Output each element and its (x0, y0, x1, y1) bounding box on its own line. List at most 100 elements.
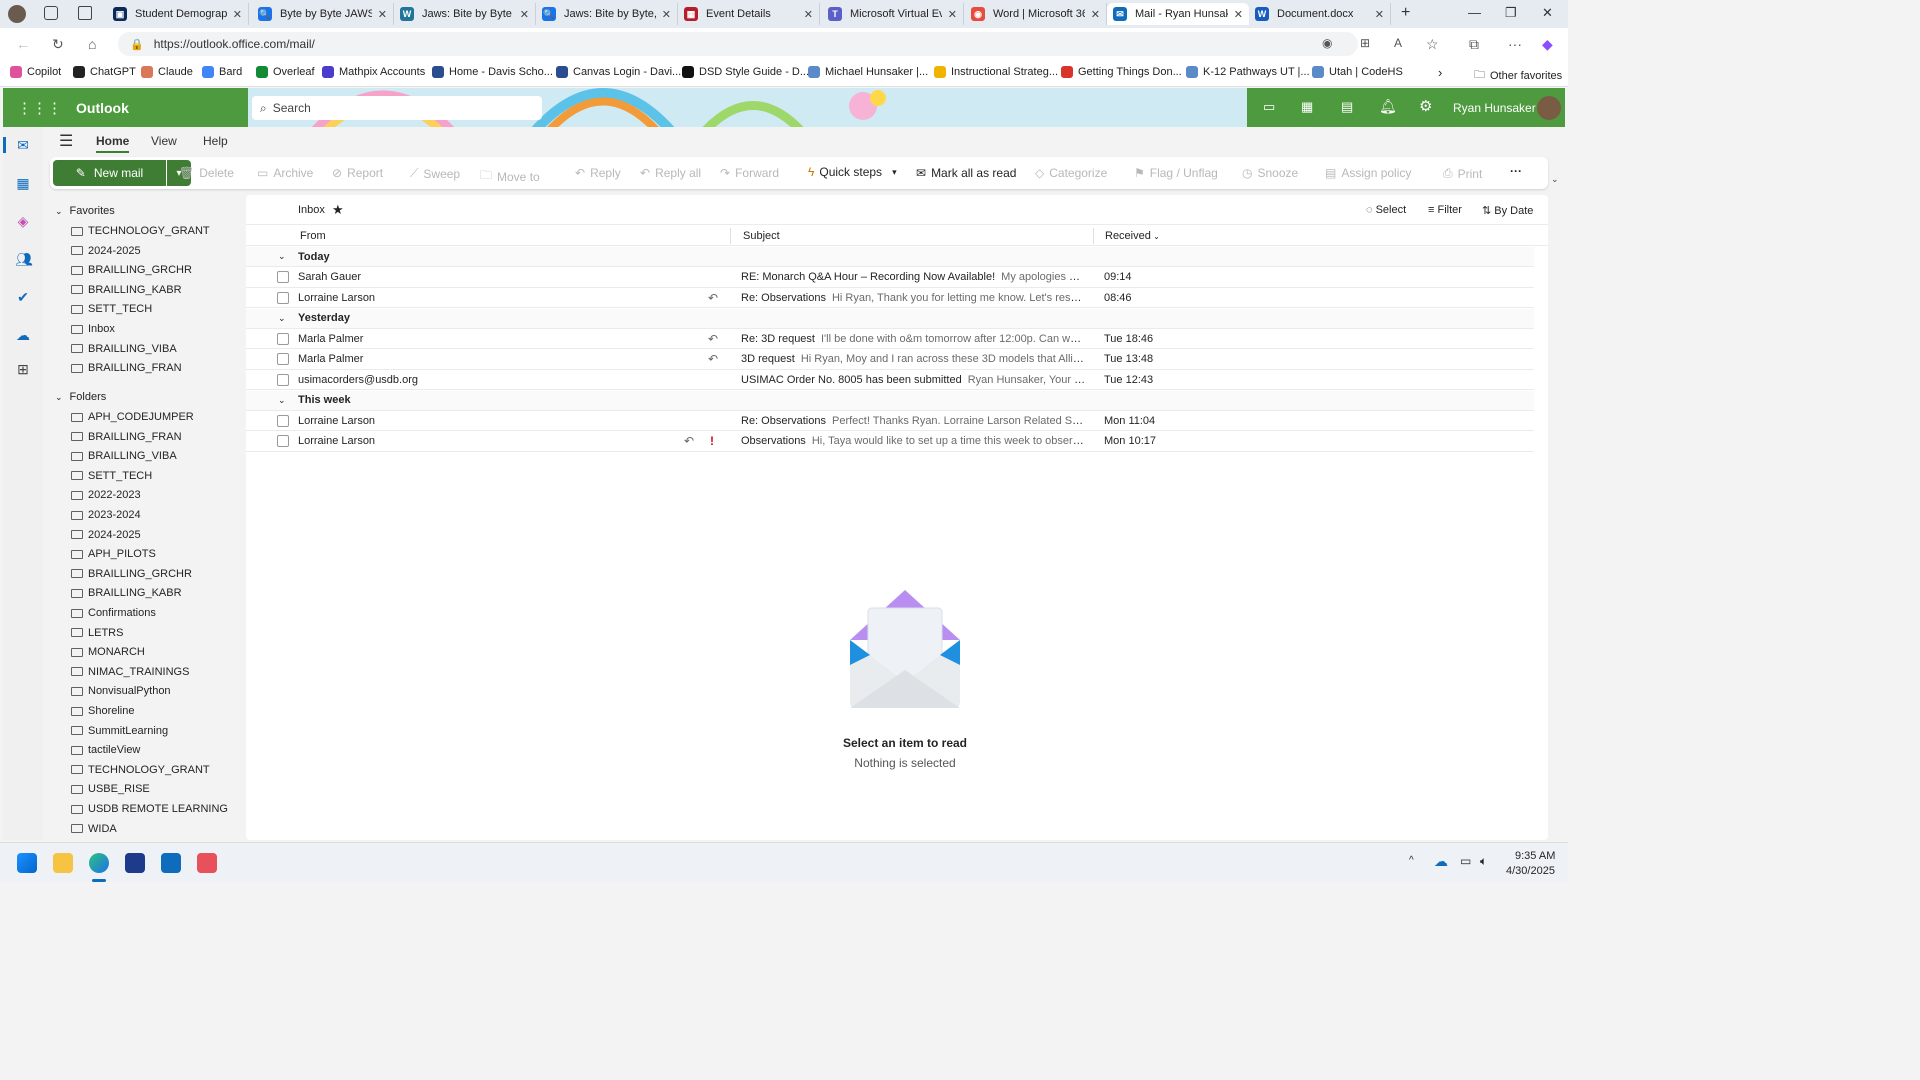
message-row[interactable]: Lorraine Larson ↶! Observations Hi, Taya wo… (246, 432, 1534, 452)
bookmark-item[interactable]: DSD Style Guide - D... (682, 66, 809, 78)
onedrive-icon[interactable]: ☁ (15, 327, 31, 343)
quick-steps-button[interactable]: ϟ Quick steps ▾ (808, 165, 897, 179)
close-window-button[interactable]: ✕ (1542, 5, 1553, 21)
folder-item[interactable]: TECHNOLOGY_GRANT (71, 764, 210, 776)
profile-avatar[interactable] (8, 5, 26, 23)
folder-item[interactable]: APH_CODEJUMPER (71, 411, 194, 423)
hamburger-menu-icon[interactable]: ☰ (59, 131, 73, 151)
categorize-button[interactable]: ◇ Categorize (1035, 166, 1107, 180)
bookmark-item[interactable]: K-12 Pathways UT |... (1186, 66, 1310, 78)
filter-button[interactable]: ≡ Filter (1428, 204, 1462, 216)
back-icon[interactable]: ← (16, 36, 30, 52)
folder-item[interactable]: USBE_RISE (71, 783, 150, 795)
report-button[interactable]: ⊘ Report (332, 166, 383, 180)
start-windows-icon[interactable] (17, 853, 37, 873)
mark-all-read-button[interactable]: ✉ Mark all as read (916, 166, 1016, 180)
folder-item[interactable]: 2022-2023 (71, 489, 141, 501)
url-field[interactable]: 🔒 https://outlook.office.com/mail/ (118, 32, 1358, 56)
message-row[interactable]: Marla Palmer ↶ 3D request Hi Ryan, Moy and … (246, 350, 1534, 370)
tab-home[interactable]: Home (96, 134, 129, 148)
browser-tab[interactable]: 🔍 Jaws: Bite by Byte, Re ✕ (536, 3, 678, 25)
browser-tab[interactable]: W Document.docx ✕ (1249, 3, 1391, 25)
folder-item[interactable]: SummitLearning (71, 725, 168, 737)
search-input[interactable]: ⌕ Search (252, 96, 542, 120)
bookmark-item[interactable]: Instructional Strateg... (934, 66, 1058, 78)
row-checkbox[interactable] (277, 291, 289, 304)
col-from[interactable]: From (300, 230, 326, 242)
outlook-app-icon[interactable] (161, 853, 181, 873)
volume-icon[interactable]: 🔈︎ (1480, 854, 1487, 869)
other-favorites[interactable]: 🗀 Other favorites (1474, 66, 1562, 85)
tab-close-icon[interactable]: ✕ (1234, 8, 1243, 21)
browser-tab[interactable]: T Microsoft Virtual Even ✕ (822, 3, 964, 25)
folder-item[interactable]: APH_PILOTS (71, 548, 156, 560)
new-tab-button[interactable]: + (1401, 4, 1410, 22)
notification-bell-icon[interactable]: 🔔︎ (1379, 98, 1397, 115)
reply-button[interactable]: ↶ Reply (575, 166, 621, 180)
assign-policy-button[interactable]: ▤ Assign policy (1325, 166, 1411, 180)
more-options-button[interactable]: ··· (1510, 164, 1522, 178)
minimize-button[interactable]: — (1468, 5, 1481, 20)
print-button[interactable]: ⎙ Print (1443, 166, 1482, 181)
bookmarks-overflow-icon[interactable]: › (1438, 65, 1442, 80)
app-available-icon[interactable]: ⊞ (1360, 36, 1370, 50)
app-launcher-icon[interactable]: ⋮⋮⋮ (17, 99, 62, 117)
browser-tab[interactable]: ▦ Event Details ✕ (678, 3, 820, 25)
folder-item[interactable]: Confirmations (71, 607, 156, 619)
tab-actions-icon[interactable] (78, 6, 92, 20)
copilot-app-icon[interactable]: ◈ (15, 213, 31, 229)
bookmark-item[interactable]: Home - Davis Scho... (432, 66, 553, 78)
group-header[interactable]: ⌄ Today (246, 247, 1534, 267)
folder-item[interactable]: MONARCH (71, 646, 145, 658)
clock-date[interactable]: 4/30/2025 (1506, 865, 1555, 877)
user-avatar[interactable] (1537, 96, 1561, 120)
forward-button[interactable]: ↷ Forward (720, 166, 779, 180)
favorite-star-icon[interactable]: ☆ (1426, 36, 1439, 53)
favorite-folder-item[interactable]: SETT_TECH (71, 303, 152, 315)
todo-icon[interactable]: ✔ (15, 289, 31, 305)
ribbon-collapse-icon[interactable]: ⌄ (1551, 174, 1559, 185)
folder-item[interactable]: SETT_TECH (71, 470, 152, 482)
browser-tab[interactable]: ✉ Mail - Ryan Hunsaker ✕ (1107, 3, 1249, 25)
folder-item[interactable]: USDB REMOTE LEARNING (71, 803, 228, 815)
sweep-button[interactable]: ⟋ Sweep (410, 166, 460, 181)
mail-icon[interactable]: ✉ (15, 137, 31, 153)
message-row[interactable]: Lorraine Larson ↶ Re: Observations Hi Ryan,… (246, 288, 1534, 308)
move-to-button[interactable]: 🗀 Move to (480, 166, 540, 187)
flag-button[interactable]: ⚑ Flag / Unflag (1134, 166, 1218, 180)
extensions-icon[interactable]: ⧉ (1469, 36, 1479, 53)
snooze-button[interactable]: ◷ Snooze (1242, 166, 1298, 180)
folder-item[interactable]: NonvisualPython (71, 685, 171, 697)
workspaces-icon[interactable] (44, 6, 58, 20)
bookmark-item[interactable]: Claude (141, 66, 193, 78)
browser-tab[interactable]: W Jaws: Bite by Byte - A ✕ (394, 3, 536, 25)
bookmark-item[interactable]: Canvas Login - Davi... (556, 66, 681, 78)
favorite-folder-item[interactable]: BRAILLING_VIBA (71, 343, 177, 355)
archive-button[interactable]: ▭ Archive (257, 166, 313, 180)
bookmark-item[interactable]: Copilot (10, 66, 61, 78)
row-checkbox[interactable] (277, 353, 289, 365)
snipping-tool-icon[interactable] (197, 853, 217, 873)
row-checkbox[interactable] (277, 271, 289, 283)
reply-all-button[interactable]: ↶ Reply all (640, 166, 701, 180)
user-name[interactable]: Ryan Hunsaker (1453, 101, 1536, 115)
message-row[interactable]: usimacorders@usdb.org USIMAC Order No. 80… (246, 370, 1534, 390)
favorite-folder-item[interactable]: BRAILLING_GRCHR (71, 264, 192, 276)
group-header[interactable]: ⌄ This week (246, 390, 1534, 411)
folders-header[interactable]: ⌄ Folders (55, 391, 106, 403)
bookmark-item[interactable]: Utah | CodeHS (1312, 66, 1403, 78)
tab-close-icon[interactable]: ✕ (662, 8, 671, 21)
tab-close-icon[interactable]: ✕ (804, 8, 813, 21)
bookmark-item[interactable]: Getting Things Don... (1061, 66, 1182, 78)
favorite-folder-item[interactable]: Inbox (71, 323, 115, 335)
tab-close-icon[interactable]: ✕ (1091, 8, 1100, 21)
tab-close-icon[interactable]: ✕ (378, 8, 387, 21)
calendar-icon[interactable]: ▦ (15, 175, 31, 191)
bookmark-item[interactable]: ChatGPT (73, 66, 136, 78)
folder-item[interactable]: 2023-2024 (71, 509, 141, 521)
star-icon[interactable]: ★ (332, 202, 344, 218)
tab-close-icon[interactable]: ✕ (520, 8, 529, 21)
favorite-folder-item[interactable]: 2024-2025 (71, 245, 141, 257)
feedback-icon[interactable]: ▭ (1263, 99, 1275, 115)
folder-item[interactable]: BRAILLING_VIBA (71, 450, 177, 462)
